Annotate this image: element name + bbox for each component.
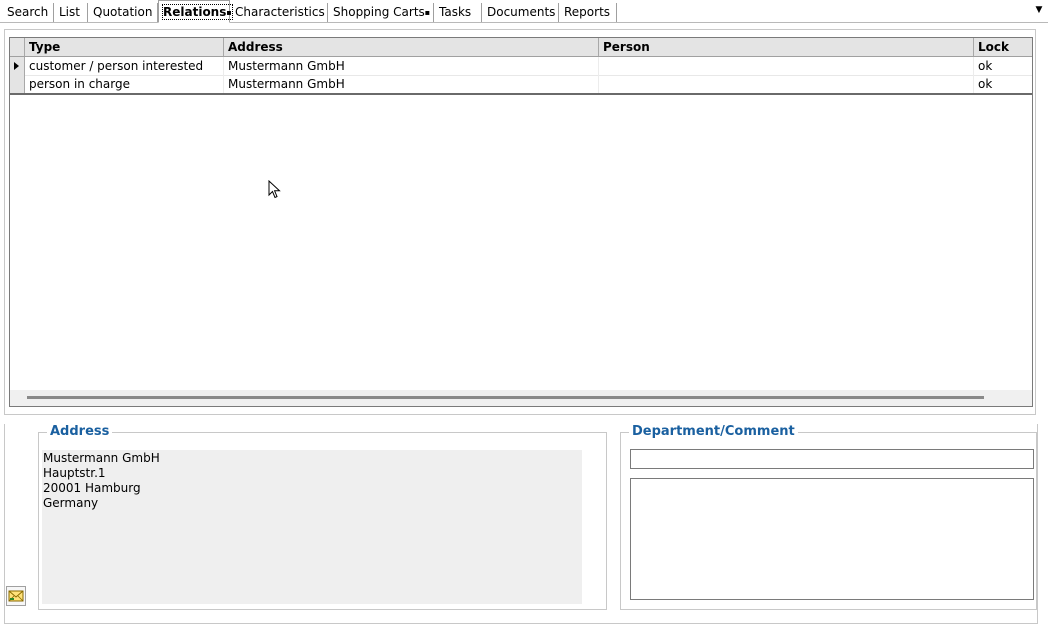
relations-grid: Type Address Person Lock customer / pers… — [9, 37, 1033, 407]
chevron-down-icon[interactable]: ▼ — [1032, 3, 1046, 17]
row-selector[interactable] — [10, 75, 25, 93]
tab-relations[interactable]: Relations▪ — [158, 0, 233, 23]
tab-shopping-carts[interactable]: Shopping Carts▪ — [328, 3, 434, 22]
column-header-lock[interactable]: Lock — [974, 38, 1032, 56]
column-header-type[interactable]: Type — [25, 38, 224, 56]
column-header-person[interactable]: Person — [599, 38, 974, 56]
table-row[interactable]: person in charge Mustermann GmbH ok — [10, 75, 1032, 94]
grid-rows-end-line — [10, 93, 1032, 95]
relations-panel: Type Address Person Lock customer / pers… — [4, 29, 1036, 415]
grid-header: Type Address Person Lock — [10, 38, 1032, 57]
comment-field[interactable] — [630, 478, 1034, 600]
send-mail-button[interactable] — [6, 586, 26, 606]
row-header-corner — [10, 38, 25, 56]
tab-list[interactable]: List — [54, 3, 88, 22]
envelope-icon — [8, 590, 24, 602]
current-row-arrow-icon — [14, 62, 19, 70]
cell-type[interactable]: customer / person interested — [25, 57, 224, 75]
address-groupbox: Address Mustermann GmbH Hauptstr.1 20001… — [38, 424, 607, 610]
address-line: Mustermann GmbH — [43, 451, 160, 465]
department-title: Department/Comment — [629, 424, 798, 440]
cell-type[interactable]: person in charge — [25, 75, 224, 93]
row-selector[interactable] — [10, 57, 25, 75]
address-line: Hauptstr.1 — [43, 466, 106, 480]
cell-lock[interactable]: ok — [974, 75, 1032, 93]
tab-quotation[interactable]: Quotation — [88, 3, 158, 22]
address-text: Mustermann GmbH Hauptstr.1 20001 Hamburg… — [42, 450, 582, 604]
tab-search[interactable]: Search — [2, 3, 54, 22]
cell-address[interactable]: Mustermann GmbH — [224, 75, 599, 93]
department-field[interactable] — [630, 449, 1034, 469]
mouse-pointer-icon — [268, 180, 281, 199]
tab-characteristics[interactable]: Characteristics — [230, 3, 328, 22]
tab-bar: Search List Quotation Relations▪ Charact… — [0, 0, 1048, 23]
scrollbar-thumb[interactable] — [27, 396, 984, 399]
cell-lock[interactable]: ok — [974, 57, 1032, 75]
horizontal-scrollbar[interactable] — [10, 390, 1032, 406]
department-groupbox: Department/Comment — [620, 424, 1037, 610]
cell-person[interactable] — [599, 75, 974, 93]
tab-tasks[interactable]: Tasks — [434, 3, 482, 22]
cell-person[interactable] — [599, 57, 974, 75]
tab-marker-icon: ▪ — [226, 8, 232, 17]
column-header-address[interactable]: Address — [224, 38, 599, 56]
address-title: Address — [47, 424, 113, 440]
tab-reports[interactable]: Reports — [559, 3, 617, 22]
address-line: Germany — [43, 496, 99, 510]
tab-marker-icon: ▪ — [424, 8, 431, 17]
table-row[interactable]: customer / person interested Mustermann … — [10, 57, 1032, 76]
cell-address[interactable]: Mustermann GmbH — [224, 57, 599, 75]
address-line: 20001 Hamburg — [43, 481, 141, 495]
tab-documents[interactable]: Documents — [482, 3, 559, 22]
